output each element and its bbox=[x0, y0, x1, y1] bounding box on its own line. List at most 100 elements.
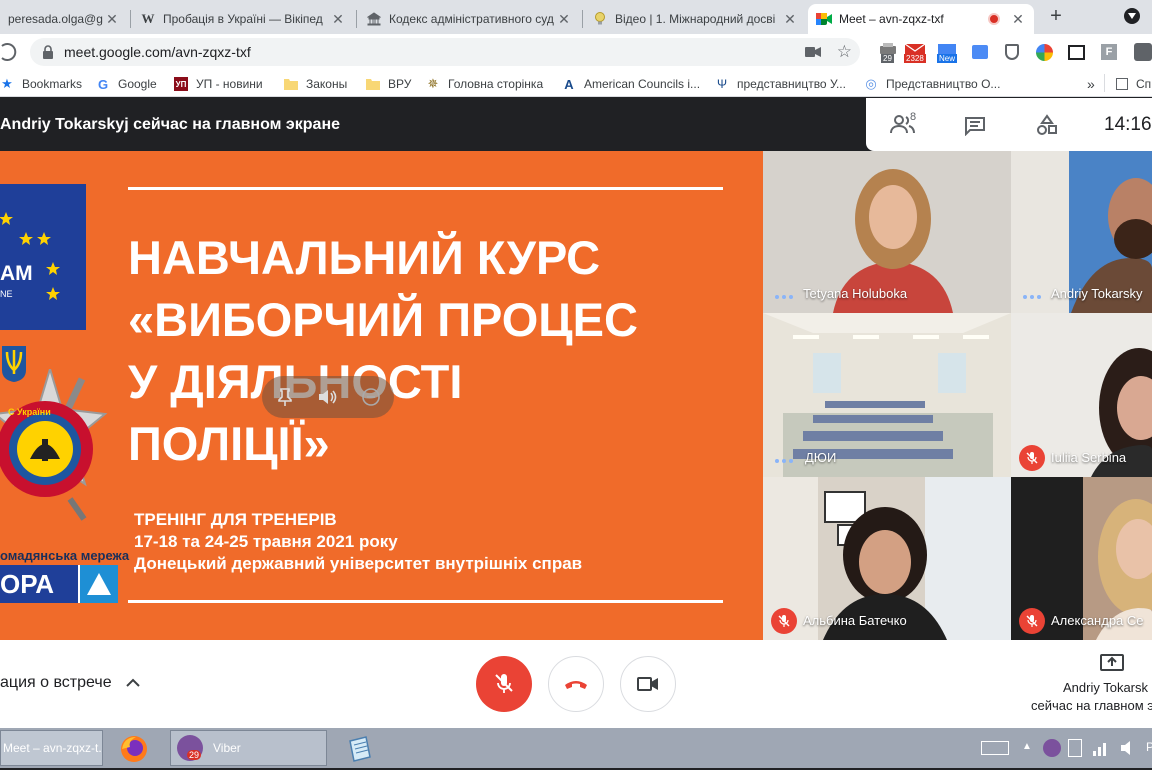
participant-tile[interactable]: ДЮИ bbox=[763, 313, 1011, 477]
recording-dot-icon bbox=[988, 13, 1000, 25]
color-extension-icon[interactable] bbox=[1036, 44, 1053, 61]
opora-logo: ОРА bbox=[0, 565, 118, 603]
presentation-slide: AM NE С України омадянська мережа ОРА НА… bbox=[0, 151, 763, 640]
extension-badge: 2328 bbox=[904, 54, 926, 63]
bookmark-item[interactable]: УП УП - новини bbox=[174, 75, 263, 93]
bookmark-item[interactable]: Ψ представництво У... bbox=[715, 75, 846, 93]
bookmark-item[interactable]: ✵ Головна сторінка bbox=[426, 75, 544, 93]
address-bar[interactable]: meet.google.com/avn-zqxz-txf ☆ bbox=[30, 38, 860, 66]
viber-badge: 29 bbox=[187, 750, 202, 760]
bookmark-label: Законы bbox=[306, 77, 348, 91]
government-building-icon bbox=[366, 11, 382, 27]
extension-badge: 29 bbox=[881, 54, 894, 63]
participant-tile[interactable]: Александра Се bbox=[1011, 477, 1152, 640]
bookmark-item[interactable]: G Google bbox=[96, 75, 157, 93]
printer-extension-icon[interactable]: 29 bbox=[878, 43, 898, 65]
tab-search-icon[interactable] bbox=[1124, 8, 1140, 24]
bookmark-item[interactable]: ◎ Представництво О... bbox=[864, 75, 1000, 93]
participant-name: Andriy Tokarsky bbox=[1051, 286, 1143, 301]
mail-extension-icon[interactable]: 2328 bbox=[904, 43, 930, 65]
browser-tab[interactable]: peresada.olga@g ✕ bbox=[0, 4, 128, 34]
chat-button[interactable] bbox=[964, 116, 986, 137]
people-button[interactable]: 8 bbox=[890, 111, 922, 138]
meeting-details-label: ация о встрече bbox=[0, 674, 112, 691]
bookmark-label: Представництво О... bbox=[886, 77, 1001, 91]
browser-tab[interactable]: Відео | 1. Міжнародний досві ✕ bbox=[584, 4, 806, 34]
bookmark-item[interactable]: ВРУ bbox=[366, 75, 411, 93]
tab-label: Meet – avn-zqxz-txf bbox=[839, 12, 944, 26]
viber-tray-icon[interactable] bbox=[1043, 739, 1061, 757]
participant-tile[interactable]: Альбина Батечко bbox=[763, 477, 1011, 640]
bookmarks-overflow-button[interactable]: » bbox=[1087, 75, 1095, 93]
speaking-indicator-icon bbox=[775, 459, 793, 463]
volume-tray-icon[interactable] bbox=[1120, 740, 1138, 761]
taskbar-item-viber[interactable]: 29 Viber bbox=[170, 730, 327, 766]
university-badge-text: С України bbox=[8, 407, 51, 417]
bulb-icon bbox=[592, 11, 608, 27]
pin-icon[interactable] bbox=[274, 386, 296, 408]
firefox-icon[interactable] bbox=[118, 733, 150, 765]
taskbar-item-label: Viber bbox=[213, 741, 241, 755]
battery-icon[interactable] bbox=[1068, 739, 1082, 757]
tray-expand-icon[interactable]: ▲ bbox=[1022, 741, 1032, 752]
slide-subtitle: ТРЕНІНГ ДЛЯ ТРЕНЕРІВ 17-18 та 24-25 трав… bbox=[134, 509, 582, 575]
close-icon[interactable]: ✕ bbox=[1010, 11, 1026, 28]
slide-bottom-divider bbox=[128, 600, 723, 603]
bookmark-label: представництво У... bbox=[737, 77, 846, 91]
reload-icon[interactable] bbox=[0, 42, 20, 62]
camera-icon bbox=[637, 677, 658, 691]
close-icon[interactable]: ✕ bbox=[104, 11, 120, 28]
browser-tab-active[interactable]: Meet – avn-zqxz-txf ✕ bbox=[808, 4, 1034, 34]
speaking-indicator-icon bbox=[1023, 295, 1041, 299]
news-extension-icon[interactable]: New bbox=[936, 43, 962, 65]
camera-toggle-button[interactable] bbox=[620, 656, 676, 712]
f-extension-icon[interactable]: F bbox=[1101, 44, 1117, 60]
civic-network-text: омадянська мережа bbox=[0, 548, 130, 563]
activities-button[interactable] bbox=[1036, 114, 1058, 138]
browser-tab[interactable]: Кодекс адміністративного суд ✕ bbox=[358, 4, 580, 34]
taskbar-item[interactable]: Meet – avn-zqxz-t... bbox=[0, 730, 103, 766]
screenshot-extension-icon[interactable] bbox=[972, 45, 988, 59]
shield-extension-icon[interactable] bbox=[1005, 44, 1019, 60]
participant-count: 8 bbox=[910, 111, 917, 123]
extension-icon[interactable] bbox=[1134, 43, 1152, 61]
keyboard-icon[interactable] bbox=[981, 741, 1009, 755]
notepad-icon[interactable] bbox=[344, 733, 374, 763]
tab-separator bbox=[356, 10, 357, 28]
bookmark-item[interactable]: Законы bbox=[284, 75, 347, 93]
un-icon: ◎ bbox=[865, 76, 877, 91]
leave-call-button[interactable] bbox=[548, 656, 604, 712]
presenter-status-line2: сейчас на главном э bbox=[1031, 698, 1152, 713]
bookmark-star-icon[interactable]: ☆ bbox=[837, 42, 852, 62]
bookmark-item[interactable]: ★ Bookmarks bbox=[0, 75, 82, 93]
participant-tile[interactable]: Iuliia Serbina bbox=[1011, 313, 1152, 477]
input-language-indicator[interactable]: Р bbox=[1146, 740, 1152, 754]
ac-logo-icon: A bbox=[564, 76, 574, 92]
eu-logo: AM NE bbox=[0, 184, 86, 330]
slide-heading: НАВЧАЛЬНИЙ КУРС «ВИБОРЧИЙ ПРОЦЕС У ДІЯЛЬ… bbox=[128, 227, 638, 475]
mic-toggle-button[interactable] bbox=[476, 656, 532, 712]
opora-logo-text: ОРА bbox=[0, 565, 78, 603]
camera-indicator-icon[interactable] bbox=[804, 46, 821, 58]
slide-subtitle-line: Донецький державний університет внутрішн… bbox=[134, 554, 583, 573]
close-icon[interactable]: ✕ bbox=[556, 11, 572, 28]
network-icon[interactable] bbox=[1092, 740, 1110, 761]
participant-tile[interactable]: Tetyana Holuboka bbox=[763, 151, 1011, 313]
eu-logo-text: AM bbox=[0, 262, 33, 285]
browser-tab[interactable]: W Пробація в Україні — Вікіпед ✕ bbox=[132, 4, 354, 34]
image-extension-icon[interactable] bbox=[1068, 45, 1085, 60]
remove-icon[interactable] bbox=[360, 386, 382, 408]
volume-icon[interactable] bbox=[316, 386, 338, 408]
tab-label: Пробація в Україні — Вікіпед bbox=[163, 12, 323, 26]
present-now-icon[interactable] bbox=[1100, 654, 1124, 679]
meet-control-bar: ация о встрече Andriy Tokarsk сейчас на … bbox=[0, 640, 1152, 728]
close-icon[interactable]: ✕ bbox=[330, 11, 346, 28]
reading-list-button[interactable]: Сп bbox=[1116, 75, 1151, 93]
new-tab-button[interactable]: + bbox=[1046, 6, 1066, 26]
bookmark-item[interactable]: A American Councils i... bbox=[562, 75, 700, 93]
google-icon: G bbox=[97, 76, 109, 92]
meeting-details-button[interactable]: ация о встрече bbox=[0, 674, 140, 692]
close-icon[interactable]: ✕ bbox=[782, 11, 798, 28]
slide-top-divider bbox=[128, 187, 723, 190]
participant-tile[interactable]: Andriy Tokarsky bbox=[1011, 151, 1152, 313]
